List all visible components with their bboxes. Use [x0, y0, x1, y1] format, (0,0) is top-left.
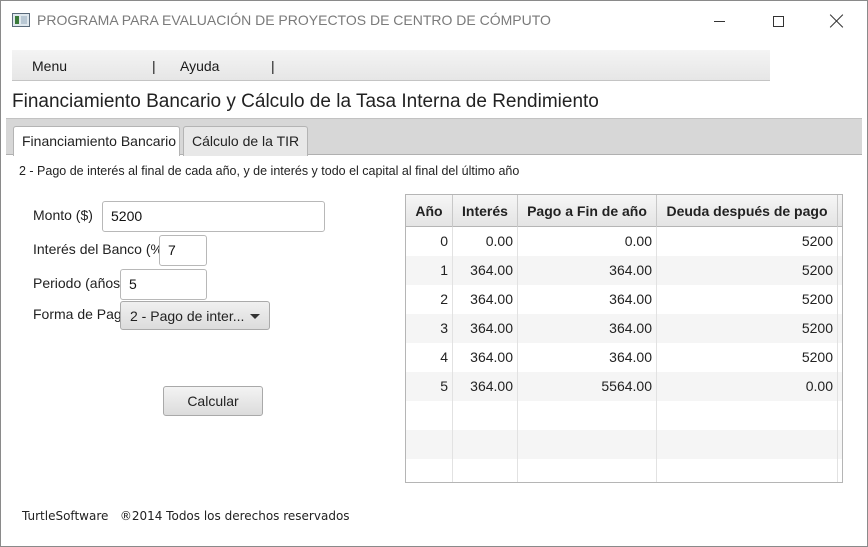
cell-interes: 364.00: [453, 343, 518, 372]
tab-strip: Financiamiento Bancario Cálculo de la TI…: [6, 118, 862, 156]
cell-deuda: 5200: [657, 285, 838, 314]
interes-label: Interés del Banco (%: [33, 241, 161, 257]
page-title: Financiamiento Bancario y Cálculo de la …: [12, 91, 599, 112]
app-window-icon: [12, 13, 30, 27]
forma-pago-label: Forma de Pago: [33, 306, 122, 322]
cell-deuda: [657, 459, 838, 482]
table-row[interactable]: 2 364.00 364.00 5200: [406, 285, 842, 314]
cell-ano: 2: [406, 285, 453, 314]
window-title: PROGRAMA PARA EVALUACIÓN DE PROYECTOS DE…: [37, 12, 551, 28]
forma-pago-selected: 2 - Pago de inter...: [130, 308, 245, 324]
minimize-icon: [713, 20, 725, 22]
cell-interes: 364.00: [453, 285, 518, 314]
cell-pago: [518, 401, 657, 430]
chevron-down-icon: [250, 314, 260, 319]
cell-ano: 3: [406, 314, 453, 343]
cell-pago: 5564.00: [518, 372, 657, 401]
table-header: Año Interés Pago a Fin de año Deuda desp…: [406, 195, 842, 227]
cell-deuda: 5200: [657, 227, 838, 256]
cell-deuda: 5200: [657, 343, 838, 372]
tab-calculo-tir[interactable]: Cálculo de la TIR: [183, 126, 308, 156]
monto-label: Monto ($): [33, 207, 93, 223]
cell-deuda: 5200: [657, 314, 838, 343]
periodo-label: Periodo (años: [33, 275, 121, 291]
menu-separator: |: [152, 58, 156, 74]
cell-pago: [518, 430, 657, 459]
column-header-deuda[interactable]: Deuda después de pago: [657, 195, 838, 227]
footer-company: TurtleSoftware: [22, 509, 109, 523]
column-header-ano[interactable]: Año: [406, 195, 453, 227]
interes-field[interactable]: 7: [159, 235, 207, 266]
periodo-field[interactable]: 5: [120, 269, 207, 300]
cell-pago: [518, 459, 657, 482]
table-row[interactable]: 3 364.00 364.00 5200: [406, 314, 842, 343]
menu-bar: Menu | Ayuda |: [12, 50, 770, 81]
cell-ano: 0: [406, 227, 453, 256]
cell-interes: [453, 401, 518, 430]
maximize-icon: [772, 15, 784, 27]
forma-pago-dropdown[interactable]: 2 - Pago de inter...: [120, 301, 270, 330]
column-header-pago[interactable]: Pago a Fin de año: [518, 195, 657, 227]
table-row[interactable]: 1 364.00 364.00 5200: [406, 256, 842, 285]
maximize-button[interactable]: [750, 1, 806, 41]
cell-interes: 364.00: [453, 314, 518, 343]
table-row[interactable]: [406, 401, 842, 430]
cell-pago: 0.00: [518, 227, 657, 256]
footer-text: TurtleSoftware ®2014 Todos los derechos …: [22, 509, 350, 523]
cell-ano: 5: [406, 372, 453, 401]
menu-item-ayuda[interactable]: Ayuda: [180, 58, 219, 74]
cell-interes: 364.00: [453, 256, 518, 285]
table-row[interactable]: [406, 459, 842, 482]
cell-interes: [453, 430, 518, 459]
app-window: PROGRAMA PARA EVALUACIÓN DE PROYECTOS DE…: [0, 0, 868, 547]
cell-deuda: [657, 430, 838, 459]
menu-separator: |: [271, 58, 275, 74]
cell-pago: 364.00: [518, 343, 657, 372]
cell-interes: [453, 459, 518, 482]
minimize-button[interactable]: [691, 1, 747, 41]
calcular-button[interactable]: Calcular: [163, 386, 263, 416]
table-row[interactable]: 0 0.00 0.00 5200: [406, 227, 842, 256]
table-row[interactable]: 5 364.00 5564.00 0.00: [406, 372, 842, 401]
payment-method-description: 2 - Pago de interés al final de cada año…: [19, 164, 520, 178]
close-button[interactable]: [809, 1, 865, 41]
cell-ano: [406, 430, 453, 459]
close-icon: [830, 14, 844, 28]
cell-pago: 364.00: [518, 314, 657, 343]
table-row[interactable]: [406, 430, 842, 459]
table-row[interactable]: 4 364.00 364.00 5200: [406, 343, 842, 372]
cell-pago: 364.00: [518, 256, 657, 285]
cell-ano: [406, 459, 453, 482]
cell-ano: [406, 401, 453, 430]
cell-ano: 1: [406, 256, 453, 285]
cell-interes: 364.00: [453, 372, 518, 401]
monto-field[interactable]: 5200: [102, 201, 325, 232]
cell-deuda: 5200: [657, 256, 838, 285]
cell-interes: 0.00: [453, 227, 518, 256]
tab-financiamiento-bancario[interactable]: Financiamiento Bancario: [13, 126, 180, 156]
menu-item-menu[interactable]: Menu: [32, 58, 67, 74]
cell-ano: 4: [406, 343, 453, 372]
cell-deuda: [657, 401, 838, 430]
amortization-table[interactable]: Año Interés Pago a Fin de año Deuda desp…: [405, 194, 843, 483]
column-header-interes[interactable]: Interés: [453, 195, 518, 227]
cell-deuda: 0.00: [657, 372, 838, 401]
footer-rights: ®2014 Todos los derechos reservados: [119, 509, 350, 523]
cell-pago: 364.00: [518, 285, 657, 314]
title-bar[interactable]: PROGRAMA PARA EVALUACIÓN DE PROYECTOS DE…: [1, 1, 867, 41]
